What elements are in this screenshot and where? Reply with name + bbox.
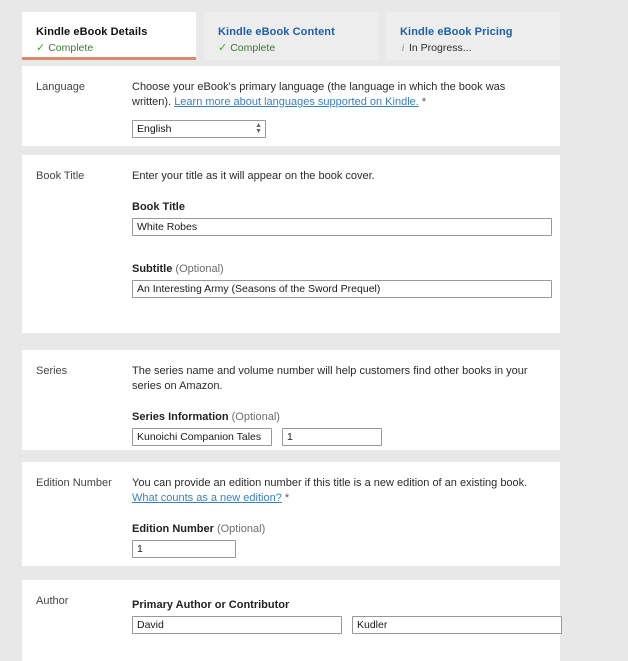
edition-description-text: You can provide an edition number if thi… [132,477,528,489]
author-field-label-text: Primary Author or Contributor [132,599,290,611]
section-series-body: The series name and volume number will h… [132,350,560,450]
check-icon: ✓ [36,42,46,54]
edition-description: You can provide an edition number if thi… [132,476,544,506]
author-first-name-input[interactable] [132,616,342,634]
book-title-input[interactable] [132,218,552,236]
tab-kindle-ebook-pricing[interactable]: Kindle eBook Pricing i In Progress... [386,12,560,60]
language-help-link[interactable]: Learn more about languages supported on … [174,96,419,108]
section-series-label: Series [36,365,68,377]
tab-details-status-label: Complete [48,42,94,54]
section-edition-label: Edition Number [36,477,112,489]
author-last-name-input[interactable] [352,616,562,634]
series-info-field-label: Series Information (Optional) [132,410,544,424]
tab-content-status: ✓ Complete [218,42,378,55]
tab-pricing-status-label: In Progress... [409,42,472,54]
kdp-book-details-page: Kindle eBook Details ✓ Complete Kindle e… [0,0,628,661]
series-input-row [132,428,544,446]
tab-kindle-ebook-details[interactable]: Kindle eBook Details ✓ Complete [22,12,196,60]
wizard-tab-bar: Kindle eBook Details ✓ Complete Kindle e… [22,12,560,60]
tab-details-status: ✓ Complete [36,42,196,55]
section-author: Author Primary Author or Contributor [22,580,562,661]
book-title-field-label: Book Title [132,200,552,214]
language-description: Choose your eBook's primary language (th… [132,80,544,110]
language-required-mark: * [421,96,427,108]
subtitle-input[interactable] [132,280,552,298]
edition-number-input[interactable] [132,540,236,558]
tab-content-status-label: Complete [230,42,276,54]
section-book-title-body: Enter your title as it will appear on th… [132,155,568,333]
section-edition-body: You can provide an edition number if thi… [132,462,560,566]
book-title-field-label-text: Book Title [132,201,185,213]
edition-help-link[interactable]: What counts as a new edition? [132,492,282,504]
series-description: The series name and volume number will h… [132,365,528,392]
subtitle-field-label: Subtitle (Optional) [132,262,552,276]
edition-required-mark: * [284,492,290,504]
author-input-row [132,616,562,634]
check-icon: ✓ [218,42,228,54]
series-optional-tag: (Optional) [231,411,280,423]
series-volume-input[interactable] [282,428,382,446]
language-select-wrap: English ▲ ▼ [132,120,266,138]
author-field-label: Primary Author or Contributor [132,598,562,612]
tab-kindle-ebook-content[interactable]: Kindle eBook Content ✓ Complete [204,12,378,60]
series-name-input[interactable] [132,428,272,446]
tab-details-title: Kindle eBook Details [36,26,148,38]
series-info-label-text: Series Information [132,411,229,423]
section-series: Series The series name and volume number… [22,350,560,450]
language-select[interactable]: English [132,120,266,138]
section-language: Language Choose your eBook's primary lan… [22,66,560,146]
section-author-label: Author [36,595,69,607]
edition-field-label: Edition Number (Optional) [132,522,544,536]
section-author-body: Primary Author or Contributor [132,580,578,661]
section-language-body: Choose your eBook's primary language (th… [132,66,560,146]
section-book-title: Book Title Enter your title as it will a… [22,155,560,333]
section-book-title-label: Book Title [36,170,85,182]
subtitle-field-label-text: Subtitle [132,263,173,275]
info-icon: i [401,43,405,54]
section-edition-number: Edition Number You can provide an editio… [22,462,560,566]
tab-content-title: Kindle eBook Content [218,26,335,38]
tab-pricing-status: i In Progress... [400,42,560,55]
subtitle-optional-tag: (Optional) [175,263,224,275]
book-title-description: Enter your title as it will appear on th… [132,170,375,182]
section-language-label: Language [36,81,85,93]
edition-field-label-text: Edition Number [132,523,214,535]
tab-pricing-title: Kindle eBook Pricing [400,26,513,38]
edition-optional-tag: (Optional) [216,523,266,535]
